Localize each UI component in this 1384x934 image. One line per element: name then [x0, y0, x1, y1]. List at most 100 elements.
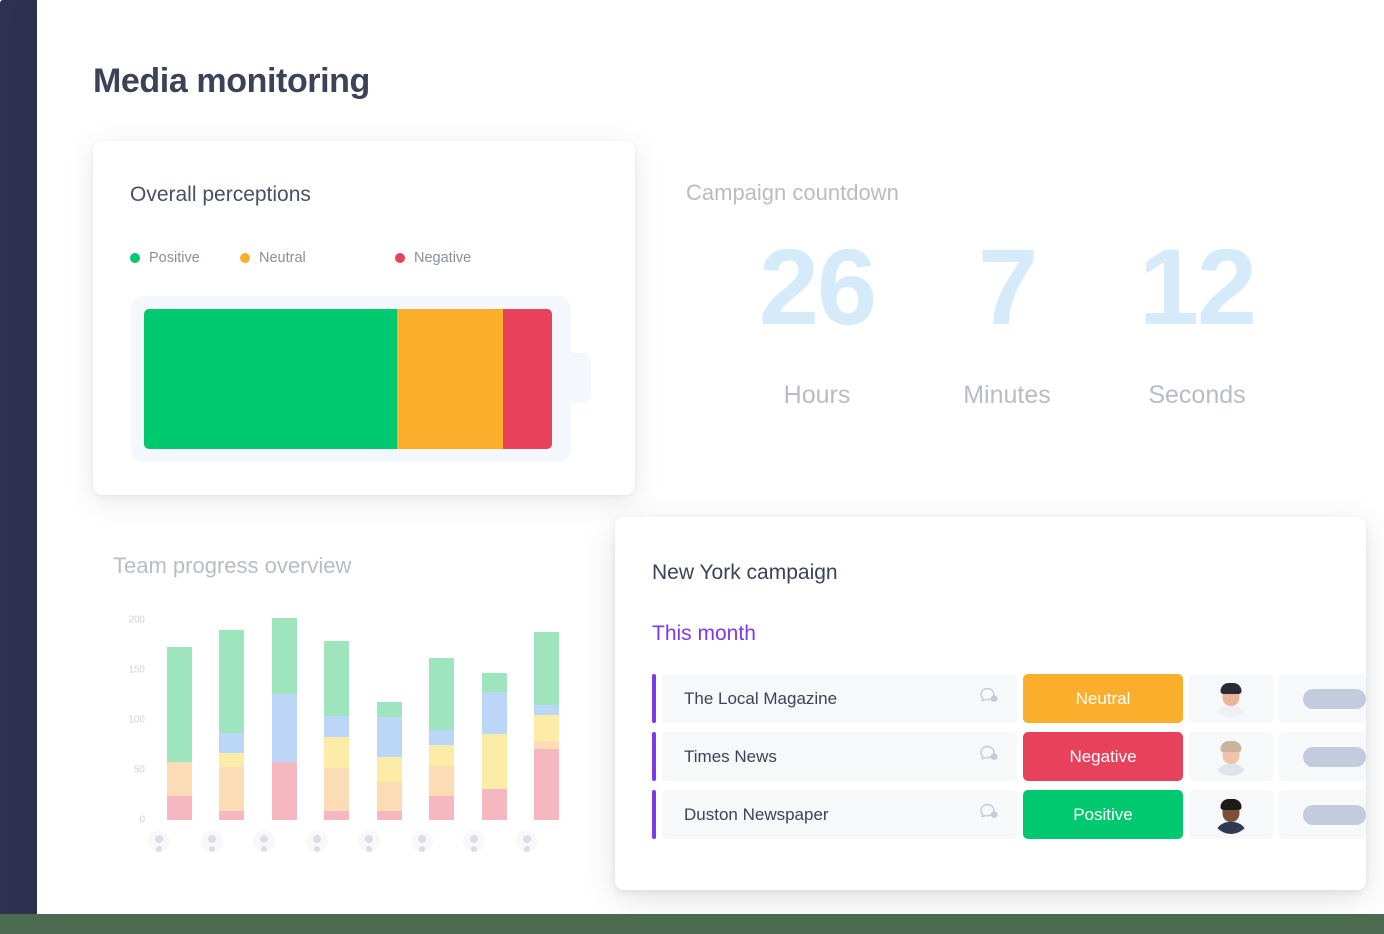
countdown-value-seconds: 12 — [1138, 226, 1257, 347]
countdown-value-minutes: 7 — [977, 226, 1038, 347]
bar-segment-green — [271, 618, 297, 694]
row-outlet-cell: The Local Magazine — [662, 674, 1017, 723]
bar-segment-red — [166, 796, 192, 820]
avatar[interactable] — [200, 830, 223, 852]
row-outlet-cell: Times News — [662, 732, 1017, 781]
row-avatar-cell[interactable] — [1189, 790, 1273, 839]
chat-bubble-icon[interactable] — [977, 684, 1001, 713]
y-axis-tick-0: 0 — [139, 814, 145, 826]
chat-bubble-icon[interactable] — [977, 742, 1001, 771]
row-outlet-label: Duston Newspaper — [684, 804, 829, 824]
campaign-countdown-title: Campaign countdown — [686, 180, 899, 205]
bar-stack — [429, 658, 455, 820]
avatar[interactable] — [515, 830, 538, 852]
y-axis-tick-150: 150 — [128, 664, 145, 676]
perceptions-legend: Positive Neutral Negative — [130, 250, 530, 268]
avatar[interactable] — [305, 830, 328, 852]
battery-segment-negative — [503, 309, 552, 449]
bar-segment-green — [324, 641, 350, 716]
bar-segment-blue — [324, 716, 350, 737]
placeholder-pill — [1303, 746, 1366, 767]
bar-column[interactable] — [363, 620, 416, 820]
bar-stack — [166, 647, 192, 820]
countdown-label-seconds: Seconds — [1148, 381, 1246, 410]
bar-segment-orange — [429, 766, 455, 796]
bar-segment-orange — [219, 767, 245, 811]
bar-segment-blue — [271, 694, 297, 762]
legend-dot-neutral-icon — [240, 253, 250, 263]
bar-stack — [376, 702, 402, 820]
bar-segment-blue — [534, 705, 560, 715]
placeholder-pill — [1303, 688, 1366, 709]
bar-segment-red — [481, 789, 507, 820]
chart-avatar-cell — [238, 830, 291, 852]
row-placeholder-cell — [1279, 732, 1366, 781]
app-window: Media monitoring Overall perceptions Pos… — [0, 0, 1384, 934]
team-progress-overview: Team progress overview 0 50 100 150 200 — [93, 525, 603, 895]
avatar[interactable] — [463, 830, 486, 852]
legend-label-negative: Negative — [414, 250, 472, 266]
chart-avatar-cell — [186, 830, 239, 852]
bar-segment-yellow — [376, 757, 402, 782]
table-row[interactable]: Duston Newspaper Positive — [652, 790, 1366, 839]
bar-segment-yellow — [219, 753, 245, 767]
row-avatar-cell[interactable] — [1189, 674, 1273, 723]
battery-segment-positive — [144, 309, 397, 449]
bar-segment-yellow — [534, 715, 560, 741]
legend-item-positive: Positive — [130, 250, 200, 266]
left-navigation-rail[interactable] — [0, 0, 37, 915]
campaign-card-title: New York campaign — [652, 561, 838, 584]
legend-item-negative: Negative — [395, 250, 471, 266]
countdown-unit-seconds: 12 Seconds — [1102, 230, 1292, 410]
row-placeholder-cell — [1279, 790, 1366, 839]
chart-avatar-cell — [343, 830, 396, 852]
bar-column[interactable] — [468, 620, 521, 820]
bar-column[interactable] — [311, 620, 364, 820]
page-title: Media monitoring — [93, 62, 370, 100]
campaign-rows: The Local Magazine Neutral Times News Negat… — [652, 674, 1366, 848]
bar-segment-red — [534, 749, 560, 820]
avatar[interactable] — [148, 830, 171, 852]
bar-segment-blue — [429, 730, 455, 745]
bar-column[interactable] — [153, 620, 206, 820]
legend-dot-positive-icon — [130, 253, 140, 263]
row-accent-bar — [652, 732, 656, 781]
campaign-period-label[interactable]: This month — [652, 622, 756, 646]
bar-segment-orange — [166, 762, 192, 796]
bar-column[interactable] — [206, 620, 259, 820]
row-outlet-label: Times News — [684, 746, 777, 766]
legend-item-neutral: Neutral — [240, 250, 306, 266]
bar-segment-red — [324, 811, 350, 820]
chart-avatar-cell — [291, 830, 344, 852]
bar-stack — [534, 632, 560, 820]
battery-segments — [144, 309, 552, 449]
y-axis-tick-200: 200 — [128, 614, 145, 626]
battery-terminal-icon — [569, 353, 591, 403]
row-accent-bar — [652, 790, 656, 839]
avatar[interactable] — [358, 830, 381, 852]
chart-member-avatars — [133, 830, 553, 852]
team-progress-chart: 0 50 100 150 200 — [113, 615, 583, 826]
overall-perceptions-title: Overall perceptions — [130, 183, 311, 206]
chat-bubble-icon[interactable] — [977, 800, 1001, 829]
countdown-label-minutes: Minutes — [963, 381, 1051, 410]
sentiment-badge-negative[interactable]: Negative — [1023, 732, 1183, 781]
bar-column[interactable] — [258, 618, 311, 820]
y-axis-tick-50: 50 — [133, 764, 145, 776]
bar-segment-orange — [324, 768, 350, 811]
legend-label-positive: Positive — [149, 250, 200, 266]
bar-segment-green — [376, 702, 402, 717]
bar-column[interactable] — [521, 620, 574, 820]
sentiment-badge-positive[interactable]: Positive — [1023, 790, 1183, 839]
table-row[interactable]: The Local Magazine Neutral — [652, 674, 1366, 723]
table-row[interactable]: Times News Negative — [652, 732, 1366, 781]
bar-column[interactable] — [416, 620, 469, 820]
avatar[interactable] — [253, 830, 276, 852]
bar-segment-green — [166, 647, 192, 762]
bar-segment-green — [534, 632, 560, 705]
bar-segment-yellow — [429, 745, 455, 766]
row-avatar-cell[interactable] — [1189, 732, 1273, 781]
perceptions-battery-chart — [131, 296, 591, 462]
sentiment-badge-neutral[interactable]: Neutral — [1023, 674, 1183, 723]
avatar[interactable] — [410, 830, 433, 852]
